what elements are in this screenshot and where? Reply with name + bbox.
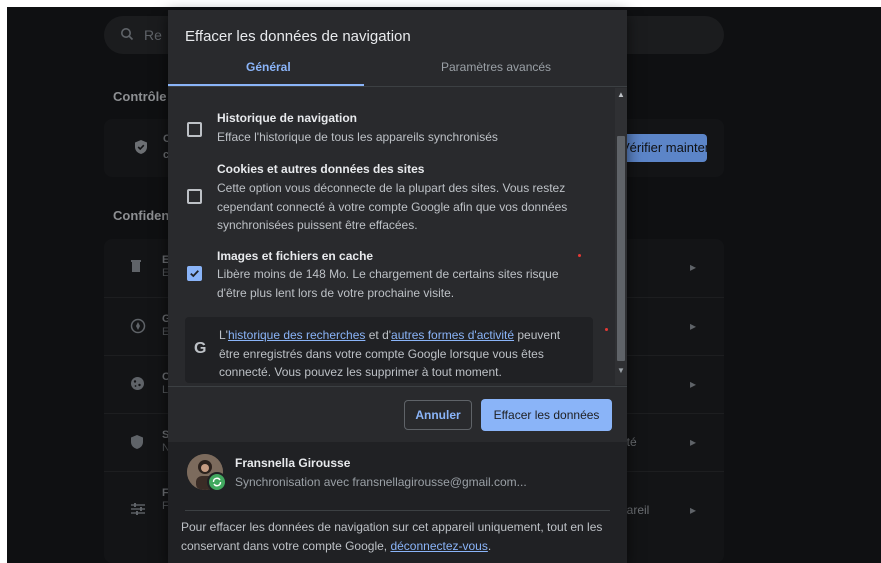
option-title: Cookies et autres données des sites (217, 162, 425, 176)
cookie-icon (130, 376, 145, 396)
browsing-history-checkbox[interactable] (187, 122, 202, 137)
search-placeholder: Re (144, 27, 162, 43)
chevron-right-icon: ▸ (689, 377, 696, 391)
scroll-up-arrow-icon[interactable]: ▲ (617, 90, 625, 99)
sliders-icon (130, 502, 146, 521)
scroll-down-arrow-icon[interactable]: ▼ (617, 366, 625, 375)
account-name: Fransnella Girousse (235, 456, 351, 470)
options-scroll-area[interactable]: Historique de navigation Efface l'histor… (168, 88, 627, 385)
tab-advanced[interactable]: Paramètres avancés (441, 60, 551, 74)
cancel-button[interactable]: Annuler (404, 400, 472, 430)
compass-icon (130, 318, 146, 339)
option-description: Cette option vous déconnecte de la plupa… (217, 181, 568, 232)
clear-data-button[interactable]: Effacer les données (481, 399, 612, 431)
tabs-divider (168, 86, 627, 87)
sign-out-link[interactable]: déconnectez-vous (390, 539, 487, 553)
google-activity-text: L'historique des recherches et d'autres … (219, 326, 579, 382)
google-icon: G (194, 340, 207, 357)
tab-general[interactable]: Général (246, 60, 291, 74)
red-dot-marker (578, 254, 581, 257)
chevron-right-icon: ▸ (689, 319, 696, 333)
clear-browsing-data-dialog: Effacer les données de navigation Généra… (168, 10, 627, 563)
shield-check-icon (134, 139, 148, 160)
shield-icon (130, 434, 144, 455)
info-text-prefix: L' (219, 328, 228, 342)
red-dot-marker (605, 328, 608, 331)
option-description: Efface l'historique de tous les appareil… (217, 130, 498, 144)
trash-icon (130, 259, 142, 278)
option-title: Historique de navigation (217, 111, 358, 125)
account-divider (185, 510, 610, 511)
info-text-mid: et d' (365, 328, 392, 342)
checkmark-icon (190, 270, 199, 278)
section-heading-privacy: Confident (113, 208, 174, 223)
dialog-title: Effacer les données de navigation (185, 28, 411, 45)
account-sync-status: Synchronisation avec fransnellagirousse@… (235, 475, 527, 489)
chevron-right-icon: ▸ (689, 503, 696, 517)
option-title: Images et fichiers en cache (217, 249, 374, 263)
cached-images-checkbox[interactable] (187, 266, 202, 281)
search-icon (120, 27, 134, 46)
note-suffix: . (487, 539, 492, 553)
sign-out-note: Pour effacer les données de navigation s… (181, 518, 617, 556)
search-history-link[interactable]: historique des recherches (228, 328, 365, 342)
footer-divider (168, 386, 627, 387)
sync-icon (207, 472, 227, 492)
google-activity-info: G L'historique des recherches et d'autre… (185, 317, 593, 383)
check-now-button[interactable]: Vérifier maintenant (617, 134, 707, 162)
scrollbar-thumb[interactable] (617, 136, 625, 361)
chevron-right-icon: ▸ (689, 435, 696, 449)
chevron-right-icon: ▸ (689, 260, 696, 274)
option-description: Libère moins de 148 Mo. Le chargement de… (217, 267, 559, 300)
cookies-checkbox[interactable] (187, 189, 202, 204)
other-activity-link[interactable]: autres formes d'activité (391, 328, 514, 342)
account-section: Fransnella Girousse Synchronisation avec… (168, 442, 627, 563)
